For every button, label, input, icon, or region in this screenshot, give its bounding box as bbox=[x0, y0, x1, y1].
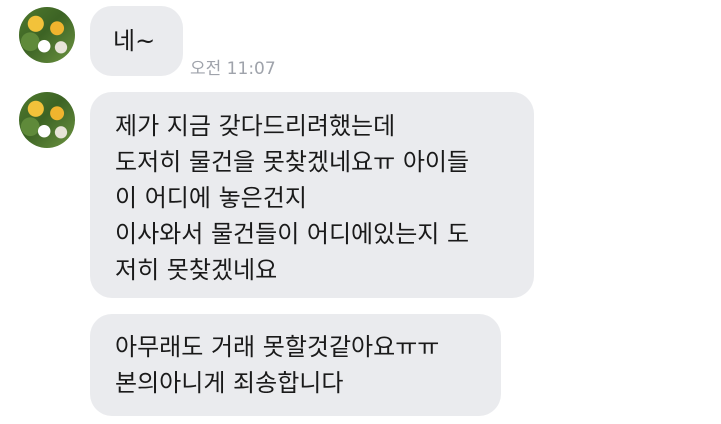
message-line: 이 어디에 놓은건지 bbox=[115, 184, 307, 212]
message-line: 저히 못찾겠네요 bbox=[115, 256, 278, 284]
sender-avatar[interactable] bbox=[19, 7, 75, 63]
chat-thread: 네~ 오전 11:07 제가 지금 갖다드리려했는데 도저히 물건을 못찾겠네요… bbox=[0, 0, 721, 424]
message-bubble[interactable]: 제가 지금 갖다드리려했는데 도저히 물건을 못찾겠네요ㅠ 아이들 이 어디에 … bbox=[90, 92, 534, 298]
message-line: 네~ bbox=[113, 27, 156, 55]
message-line: 이사와서 물건들이 어디에있는지 도 bbox=[115, 220, 470, 248]
sender-avatar[interactable] bbox=[19, 92, 75, 148]
message-line: 도저히 물건을 못찾겠네요ㅠ 아이들 bbox=[115, 148, 470, 176]
message-bubble[interactable]: 아무래도 거래 못할것같아요ㅠㅠ 본의아니게 죄송합니다 bbox=[90, 314, 501, 416]
message-line: 아무래도 거래 못할것같아요ㅠㅠ bbox=[115, 333, 440, 361]
message-line: 제가 지금 갖다드리려했는데 bbox=[115, 112, 396, 140]
message-line: 본의아니게 죄송합니다 bbox=[115, 369, 344, 397]
message-bubble[interactable]: 네~ bbox=[90, 6, 183, 76]
message-timestamp: 오전 11:07 bbox=[190, 59, 276, 79]
